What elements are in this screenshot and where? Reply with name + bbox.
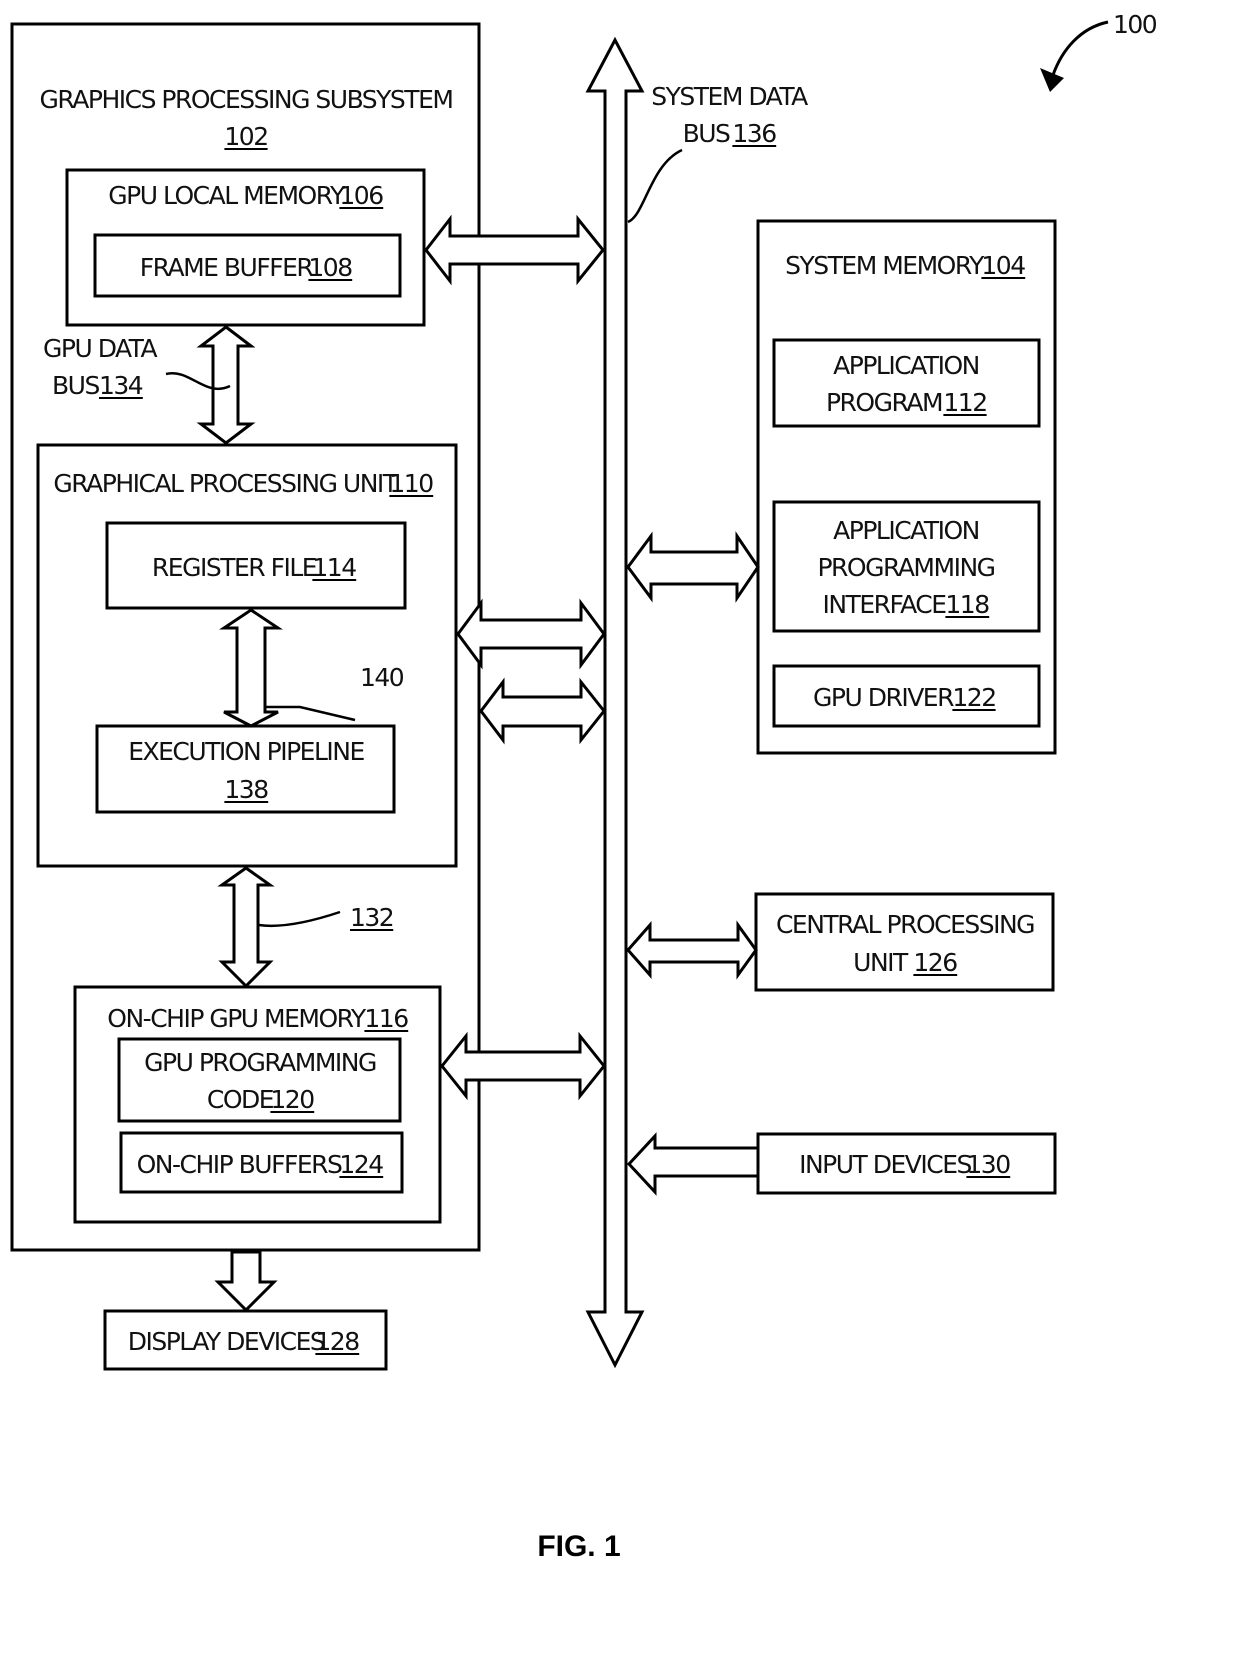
gpu-local-memory-ref: 106	[339, 181, 383, 210]
programming-code-line2: CODE	[207, 1085, 274, 1114]
system-memory-title: SYSTEM MEMORY	[785, 251, 985, 280]
gpu-data-bus-ref: 134	[99, 371, 143, 400]
register-file-title: REGISTER FILE	[152, 553, 317, 582]
system-memory-bus-arrow	[626, 531, 760, 603]
block-diagram: GRAPHICS PROCESSING SUBSYSTEM 102 GPU LO…	[10, 10, 1158, 1563]
frame-buffer-ref: 108	[308, 253, 352, 282]
api-line1: APPLICATION	[833, 516, 979, 545]
onchip-bus-arrow	[440, 1031, 606, 1101]
figure-pointer-curve	[1051, 20, 1109, 76]
figure-caption: FIG. 1	[537, 1530, 620, 1563]
gpu-local-memory-title: GPU LOCAL MEMORY	[108, 181, 346, 210]
api-line3: INTERFACE	[822, 590, 946, 619]
system-ref-100: 100	[1113, 10, 1157, 39]
system-bus-label-line2: BUS	[683, 119, 730, 148]
cpu-ref: 126	[913, 948, 957, 977]
input-devices-ref: 130	[966, 1150, 1010, 1179]
execution-pipeline-ref: 138	[224, 775, 268, 804]
link-132-label: 132	[350, 903, 393, 932]
on-chip-buffers-ref: 124	[339, 1150, 383, 1179]
frame-buffer-title: FRAME BUFFER	[140, 253, 314, 282]
api-line2: PROGRAMMING	[817, 553, 994, 582]
graphics-subsystem-title: GRAPHICS PROCESSING SUBSYSTEM	[40, 85, 453, 114]
on-chip-buffers-title: ON-CHIP BUFFERS	[137, 1150, 342, 1179]
register-file-ref: 114	[312, 553, 356, 582]
system-bus-label-line1: SYSTEM DATA	[651, 82, 808, 111]
display-devices-title: DISPLAY DEVICES	[128, 1327, 325, 1356]
execution-pipeline-title: EXECUTION PIPELINE	[128, 737, 364, 766]
system-bus-ref: 136	[732, 119, 776, 148]
programming-code-ref: 120	[270, 1085, 314, 1114]
gpu-driver-ref: 122	[952, 683, 995, 712]
figure-pointer-arrowhead	[1040, 68, 1064, 92]
gpu-bus-arrow-upper	[456, 598, 606, 670]
gpu-data-bus-label-line2: BUS	[52, 371, 99, 400]
gpu-driver-title: GPU DRIVER	[813, 683, 954, 712]
input-devices-arrow	[626, 1132, 760, 1196]
application-program-ref: 112	[943, 388, 986, 417]
cpu-line2: UNIT	[853, 948, 909, 977]
gpu-data-bus-label-line1: GPU DATA	[43, 334, 157, 363]
display-devices-ref: 128	[315, 1327, 359, 1356]
application-program-line1: APPLICATION	[833, 351, 979, 380]
gpu-ref: 110	[389, 469, 433, 498]
programming-code-line1: GPU PROGRAMMING	[144, 1048, 376, 1077]
on-chip-memory-title: ON-CHIP GPU MEMORY	[107, 1004, 367, 1033]
api-ref: 118	[945, 590, 989, 619]
link-140-label: 140	[360, 663, 404, 692]
cpu-line1: CENTRAL PROCESSING	[776, 910, 1034, 939]
application-program-line2: PROGRAM	[826, 388, 942, 417]
graphics-subsystem-ref: 102	[224, 122, 267, 151]
system-bus-leader	[627, 148, 683, 224]
input-devices-title: INPUT DEVICES	[799, 1150, 971, 1179]
cpu-bus-arrow	[626, 920, 758, 980]
gpu-bus-arrow-lower	[479, 677, 606, 745]
on-chip-memory-ref: 116	[364, 1004, 408, 1033]
display-output-arrow	[214, 1250, 278, 1313]
system-memory-ref: 104	[981, 251, 1025, 280]
gpu-title: GRAPHICAL PROCESSING UNIT	[53, 469, 398, 498]
